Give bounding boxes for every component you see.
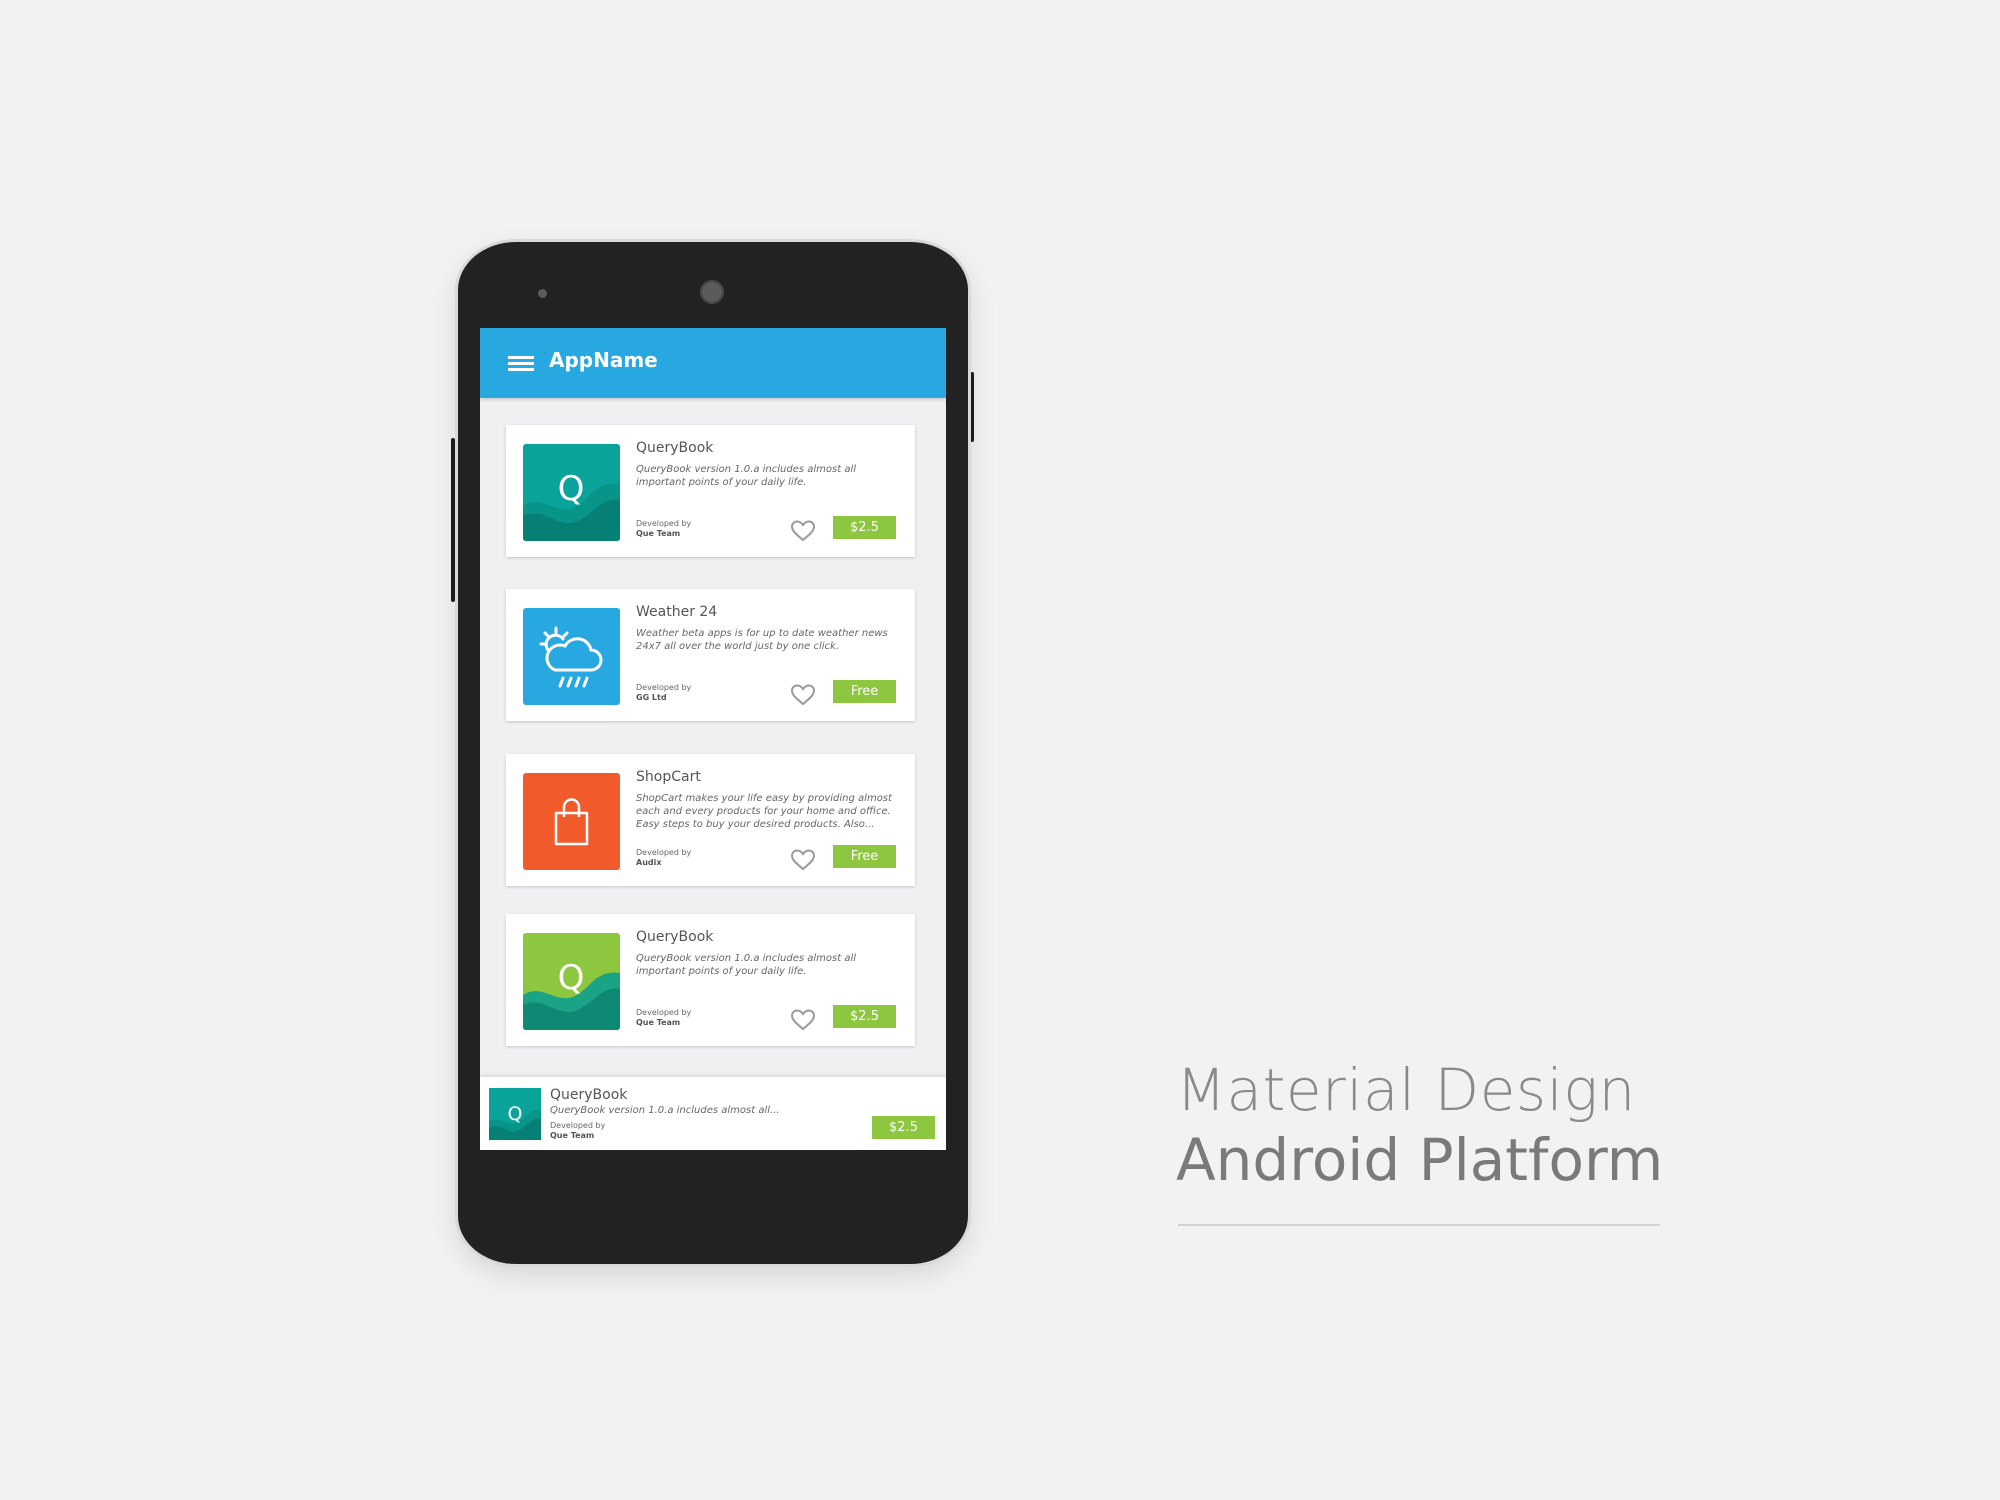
app-bar: AppName — [480, 328, 946, 398]
phone-screen: AppName Q QueryBook QueryBook version 1.… — [480, 328, 946, 1150]
developed-by-label: Developed by — [636, 519, 692, 528]
price-button[interactable]: Free — [833, 680, 896, 703]
bottom-preview-bar[interactable]: Q QueryBook QueryBook version 1.0.a incl… — [480, 1077, 946, 1150]
developer-name: Que Team — [636, 529, 681, 538]
app-card-querybook-green[interactable]: Q QueryBook QueryBook version 1.0.a incl… — [506, 914, 915, 1046]
bottom-bar-title: QueryBook — [550, 1087, 628, 1103]
app-card-shopcart[interactable]: ShopCart ShopCart makes your life easy b… — [506, 754, 915, 886]
heart-icon[interactable] — [790, 519, 816, 543]
front-camera — [700, 280, 724, 304]
developed-by-label: Developed by — [636, 848, 692, 857]
app-card-querybook[interactable]: Q QueryBook QueryBook version 1.0.a incl… — [506, 425, 915, 557]
hamburger-menu-icon[interactable] — [508, 356, 534, 372]
card-title: QueryBook — [636, 440, 714, 456]
heart-icon[interactable] — [790, 1008, 816, 1032]
developer-name: Que Team — [550, 1131, 595, 1140]
price-button[interactable]: $2.5 — [872, 1116, 935, 1139]
q-letter-icon: Q — [523, 444, 620, 541]
card-description: Weather beta apps is for up to date weat… — [636, 628, 888, 652]
developer-name: Que Team — [636, 1018, 681, 1027]
price-button[interactable]: $2.5 — [833, 516, 896, 539]
bottom-bar-description: QueryBook version 1.0.a includes almost … — [550, 1105, 780, 1116]
app-card-weather-24[interactable]: Weather 24 Weather beta apps is for up t… — [506, 589, 915, 721]
headline-android-platform: Android Platform — [1176, 1126, 1664, 1194]
weather-cloud-rain-icon — [523, 608, 620, 705]
heart-icon[interactable] — [790, 683, 816, 707]
svg-text:Q: Q — [508, 1103, 523, 1125]
q-letter-icon: Q — [489, 1088, 541, 1140]
price-button[interactable]: Free — [833, 845, 896, 868]
developer-name: GG Ltd — [636, 693, 667, 702]
card-description: QueryBook version 1.0.a includes almost … — [636, 953, 857, 977]
card-title: ShopCart — [636, 769, 701, 785]
app-title: AppName — [549, 348, 658, 372]
developed-by-label: Developed by — [550, 1121, 606, 1130]
developed-by-label: Developed by — [636, 683, 692, 692]
card-title: QueryBook — [636, 929, 714, 945]
heart-icon[interactable] — [790, 848, 816, 872]
card-description: ShopCart makes your life easy by providi… — [636, 793, 892, 830]
power-button[interactable] — [970, 372, 974, 442]
headline-material-design: Material Design — [1176, 1056, 1636, 1124]
proximity-sensor — [538, 289, 547, 298]
volume-button[interactable] — [451, 438, 455, 602]
price-button[interactable]: $2.5 — [833, 1005, 896, 1028]
card-title: Weather 24 — [636, 604, 718, 620]
headline-divider — [1178, 1224, 1660, 1226]
developed-by-label: Developed by — [636, 1008, 692, 1017]
shopping-bag-icon — [523, 773, 620, 870]
q-letter-icon: Q — [523, 933, 620, 1030]
svg-text:Q: Q — [558, 958, 585, 998]
developer-name: Audix — [636, 858, 662, 867]
svg-text:Q: Q — [558, 469, 585, 509]
card-description: QueryBook version 1.0.a includes almost … — [636, 464, 857, 488]
